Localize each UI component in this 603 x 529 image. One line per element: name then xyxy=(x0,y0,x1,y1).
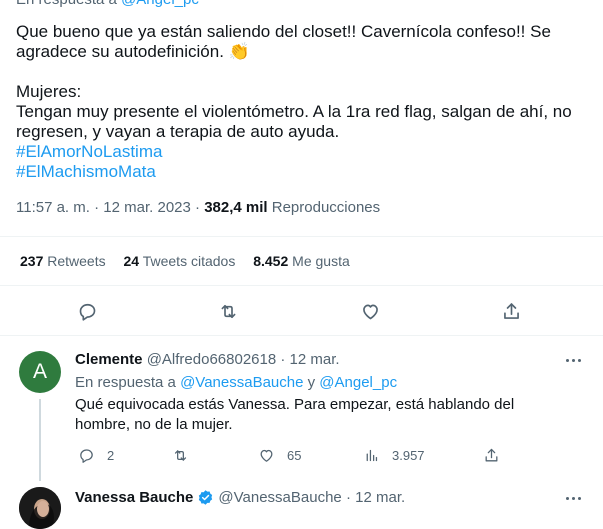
retweet-button[interactable] xyxy=(211,294,245,328)
reply-icon xyxy=(80,448,93,463)
tweet-line: Mujeres: xyxy=(16,82,82,101)
likes-count: 8.452 xyxy=(253,253,289,269)
reply-views-button[interactable]: 3.957 xyxy=(363,444,425,466)
reply-icon xyxy=(79,303,95,321)
author-handle[interactable]: @Alfredo66802618 xyxy=(147,351,277,368)
tweet-header: Vanessa Bauche @VanessaBauche · 12 mar. xyxy=(75,489,406,506)
quotes-label: Tweets citados xyxy=(142,253,236,269)
view-count: 382,4 mil xyxy=(204,199,268,216)
clap-emoji: 👏 xyxy=(228,42,250,61)
reply-handle-link[interactable]: @Angel_pc xyxy=(121,0,199,8)
share-icon xyxy=(485,448,498,461)
tweet-line: Que bueno que ya están saliendo del clos… xyxy=(16,22,551,41)
reply-count: 2 xyxy=(107,447,115,463)
share-button[interactable] xyxy=(494,294,528,328)
divider xyxy=(0,335,603,336)
retweets-stat[interactable]: 237 Retweets xyxy=(20,253,106,269)
reply-handle-link[interactable]: @VanessaBauche xyxy=(180,374,303,391)
author-name[interactable]: Vanessa Bauche xyxy=(75,489,193,506)
retweets-count: 237 xyxy=(20,253,44,269)
hashtag-link[interactable]: #ElAmorNoLastima xyxy=(16,142,591,162)
verified-icon xyxy=(199,490,213,505)
hashtag-link[interactable]: #ElMachismoMata xyxy=(16,162,591,182)
engagement-stats: 237 Retweets 24 Tweets citados 8.452 Me … xyxy=(20,253,364,269)
reply-handle-link[interactable]: @Angel_pc xyxy=(319,374,397,391)
quotes-count: 24 xyxy=(123,253,140,269)
likes-stat[interactable]: 8.452 Me gusta xyxy=(253,253,350,269)
divider xyxy=(0,285,603,286)
reply-body: Qué equivocada estás Vanessa. Para empez… xyxy=(75,395,545,435)
reply-conjunction: y xyxy=(307,374,316,391)
like-button[interactable] xyxy=(353,294,387,328)
views-count: 3.957 xyxy=(392,447,425,463)
reply-share-button[interactable] xyxy=(483,444,512,466)
more-options-button[interactable] xyxy=(561,351,585,369)
tweet-line: Tengan muy presente el violentómetro. A … xyxy=(16,102,572,121)
avatar-letter: A xyxy=(32,360,47,383)
reply-context: En respuesta a @Angel_pc xyxy=(16,0,199,8)
like-count: 65 xyxy=(287,447,302,463)
reply-context: En respuesta a @VanessaBauche y @Angel_p… xyxy=(75,374,397,391)
quotes-stat[interactable]: 24 Tweets citados xyxy=(124,253,236,269)
author-name[interactable]: Clemente xyxy=(75,351,143,368)
reply-line: hombre, no de la mujer. xyxy=(75,416,233,433)
reply-prefix: En respuesta a xyxy=(16,0,117,8)
reply-date[interactable]: 12 mar. xyxy=(290,351,340,368)
author-handle[interactable]: @VanessaBauche xyxy=(218,489,341,506)
like-icon xyxy=(260,449,273,462)
reply-retweet-button[interactable] xyxy=(172,444,201,466)
avatar[interactable] xyxy=(19,487,61,529)
reply-reply-button[interactable]: 2 xyxy=(78,444,114,466)
like-icon xyxy=(362,304,378,319)
reply-prefix: En respuesta a xyxy=(75,374,176,391)
tweet-date-link[interactable]: 12 mar. 2023 xyxy=(103,199,191,216)
likes-label: Me gusta xyxy=(292,253,350,269)
tweet-meta: 11:57 a. m. · 12 mar. 2023 · 382,4 mil R… xyxy=(16,199,381,216)
views-label: Reproducciones xyxy=(271,199,381,216)
reply-header: Clemente @Alfredo66802618 · 12 mar. xyxy=(75,351,340,368)
tweet-body: Que bueno que ya están saliendo del clos… xyxy=(16,22,591,182)
more-options-button[interactable] xyxy=(561,489,585,507)
thread-connector-line xyxy=(39,399,41,481)
reply-like-button[interactable]: 65 xyxy=(258,444,301,466)
tweet-line: agradece su autodefinición. 👏 xyxy=(16,42,591,62)
more-icon xyxy=(565,496,569,500)
tweet-date[interactable]: 12 mar. xyxy=(355,489,405,506)
tweet-time-link[interactable]: 11:57 a. m. xyxy=(16,199,90,216)
tweet-line-text: agradece su autodefinición. xyxy=(16,42,224,61)
retweets-label: Retweets xyxy=(47,253,106,269)
tweet-line: regresen, y vayan a terapia de auto ayud… xyxy=(16,122,340,141)
share-icon xyxy=(503,302,519,319)
avatar[interactable]: A xyxy=(19,351,61,393)
more-icon xyxy=(565,358,569,362)
avatar-photo xyxy=(19,487,61,529)
views-icon xyxy=(366,449,378,461)
reply-line: Qué equivocada estás Vanessa. Para empez… xyxy=(75,396,515,413)
divider xyxy=(0,236,603,237)
retweet-icon xyxy=(221,304,235,318)
reply-button[interactable] xyxy=(70,294,104,328)
retweet-icon xyxy=(174,449,187,461)
